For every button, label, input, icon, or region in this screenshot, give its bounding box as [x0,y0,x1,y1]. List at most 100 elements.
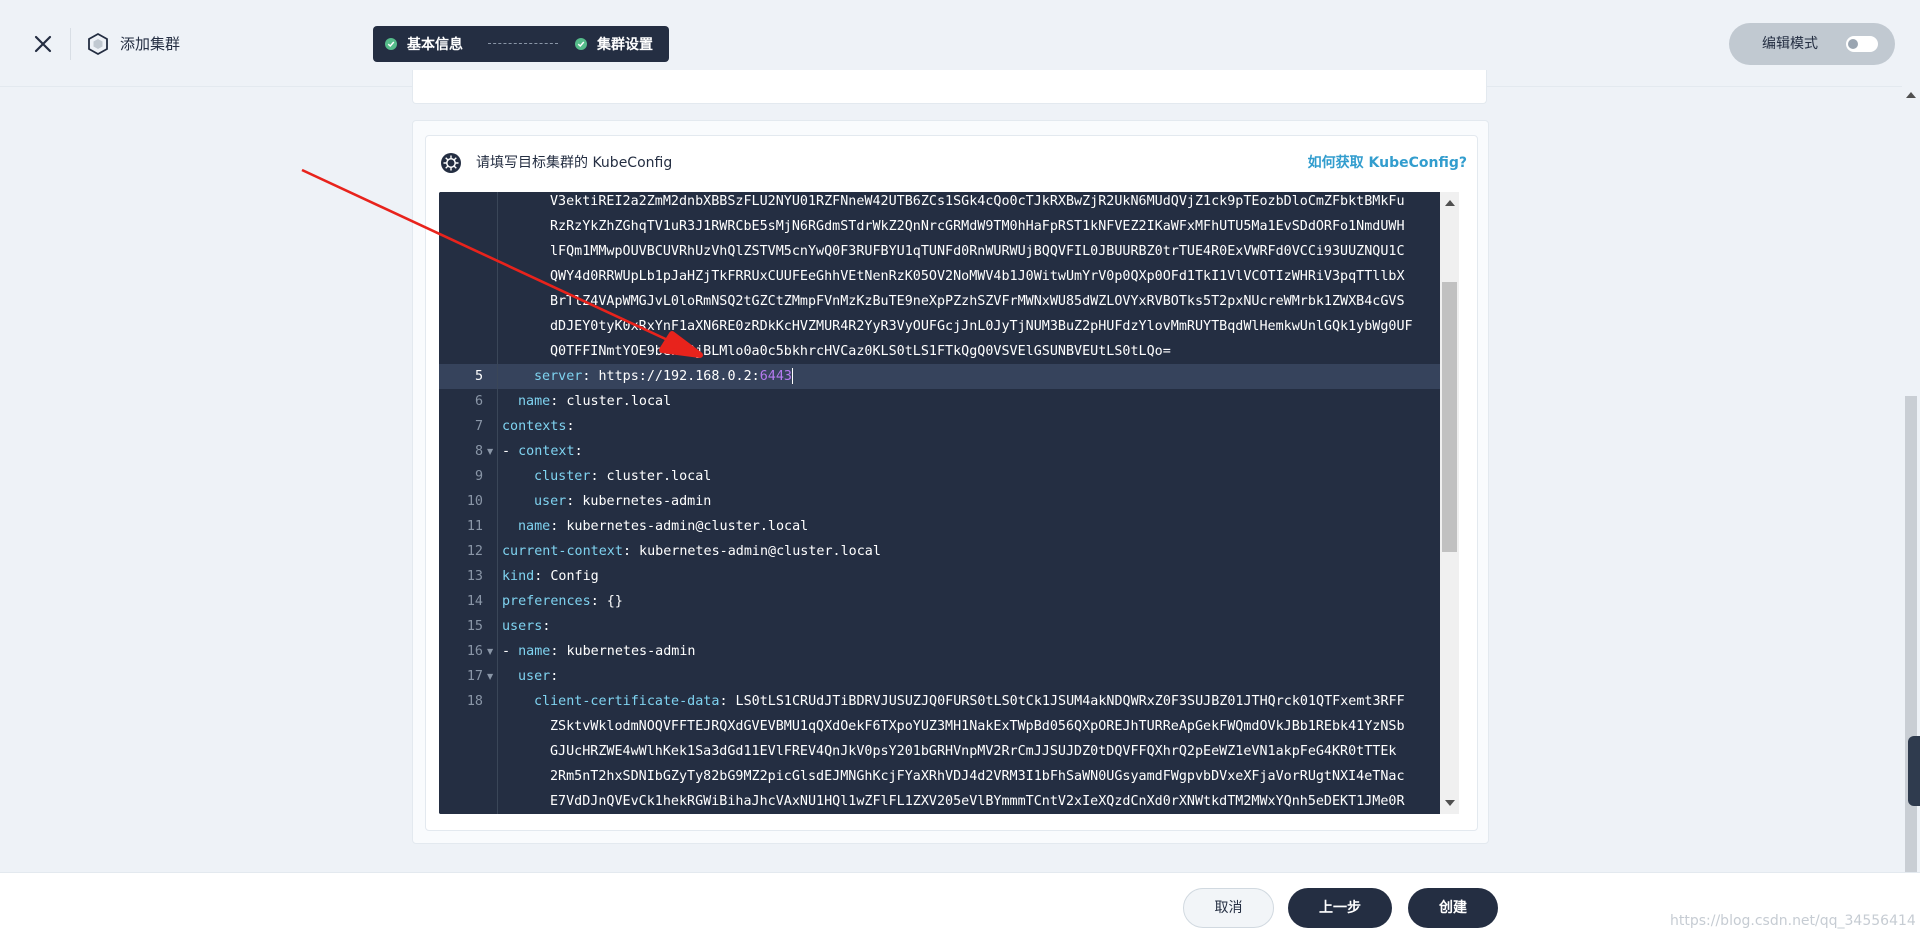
page-title: 添加集群 [120,35,181,53]
scroll-down-icon[interactable] [1445,800,1455,806]
line-number: 10 [466,494,483,509]
yaml-value: : https://192.168.0.2: [582,369,760,384]
code-area[interactable]: S0VCQ1FDUKdUHRVBSkEKbBQ1rQ2dnRXB9d1FCeRU… [498,192,1459,814]
code-line[interactable]: user: [498,664,1459,689]
code-line-wrapped: QWY4d0RRWUpLb1pJaHZjTkFRRUxCUUFEeGhhVEtN… [550,269,1405,284]
line-number: 16 [466,644,483,659]
code-line[interactable]: cluster: cluster.local [498,464,1459,489]
line-number: 11 [466,519,483,534]
code-line-wrapped: lFQm1MMwpOUVBCUVRhUzVhQlZSTVM5cnYwQ0F3RU… [550,244,1405,259]
step-connector [488,43,558,44]
cancel-button[interactable]: 取消 [1183,888,1274,928]
close-icon[interactable] [28,29,58,59]
scroll-up-icon[interactable] [1906,92,1916,98]
line-number: 15 [466,619,483,634]
footer-bar [0,872,1920,943]
yaml-value: : [574,444,583,459]
line-number: 13 [466,569,483,584]
step-basic-info[interactable]: 基本信息 [385,26,463,62]
yaml-value: : cluster.local [550,394,672,409]
yaml-value: : kubernetes-admin@cluster.local [622,544,881,559]
kubeconfig-help-link[interactable]: 如何获取 KubeConfig? [1308,152,1467,174]
code-line[interactable]: name: kubernetes-admin@cluster.local [498,514,1459,539]
yaml-value: : kubernetes-admin@cluster.local [550,519,809,534]
previous-step-button[interactable]: 上一步 [1288,888,1392,928]
code-line[interactable]: kind: Config [498,564,1459,589]
code-line[interactable]: name: cluster.local [498,389,1459,414]
edit-mode-label: 编辑模式 [1762,36,1818,52]
edit-mode-toggle[interactable]: 编辑模式 [1729,23,1895,65]
yaml-value: : LS0tLS1CRUdJTiBDRVJUSUZJQ0FURS0tLS0tCk… [719,694,1405,709]
yaml-value: : kubernetes-admin [566,494,712,509]
code-line[interactable]: client-certificate-data: LS0tLS1CRUdJTiB… [498,689,1459,714]
line-number: 6 [474,394,483,409]
code-line-wrapped: ZSktvWklodmNOQVFFTEJRQXdGVEVBMU1qQXdOekF… [550,719,1405,734]
step-indicator: 基本信息 集群设置 [373,26,669,62]
line-number: 14 [466,594,483,609]
yaml-key: name [518,519,551,534]
code-line[interactable]: current-context: kubernetes-admin@cluste… [498,539,1459,564]
code-line[interactable]: users: [498,614,1459,639]
yaml-key: user [534,494,567,509]
code-line[interactable]: preferences: {} [498,589,1459,614]
code-line-wrapped: RzRzYkZhZGhqTV1uR3J1RWRCbE5sMjN6RGdmSTdr… [550,219,1405,234]
yaml-key: kind [502,569,535,584]
yaml-value: - [502,444,519,459]
code-line-wrapped: dDJEY0tyK0xRxYnF1aXN6RE0zRDkKcHVZMUR4R2Y… [550,319,1413,334]
yaml-key: client-certificate-data [534,694,720,709]
code-line-wrapped: 2Rm5nT2hxSDNIbGZyTy82bG9MZ2picGlsdEJMNGh… [550,769,1405,784]
step-cluster-settings[interactable]: 集群设置 [575,26,653,62]
code-line[interactable]: - context: [498,439,1459,464]
yaml-key: users [502,619,543,634]
yaml-key: context [518,444,575,459]
yaml-key: server [534,369,583,384]
yaml-value: : {} [590,594,623,609]
side-tool-widget[interactable] [1908,736,1920,806]
line-number: 7 [474,419,483,434]
line-number: 5 [439,364,497,389]
fold-arrow-icon[interactable]: ▼ [487,664,493,689]
fold-arrow-icon[interactable]: ▼ [487,639,493,664]
fold-arrow-icon[interactable]: ▼ [487,439,493,464]
step-label: 基本信息 [407,37,463,53]
code-line-wrapped: BrTlZ4VApWMGJvL0loRmNSQ2tGZCtZMmpFVnMzKz… [550,294,1405,309]
watermark: https://blog.csdn.net/qq_34556414 [1670,913,1916,929]
header-divider [70,28,71,60]
code-line[interactable]: contexts: [498,414,1459,439]
yaml-key: contexts [502,419,567,434]
code-line[interactable]: user: kubernetes-admin [498,489,1459,514]
code-line-wrapped: Q0TFFINmtYOE9beWtQjBLMlo0a0c5bkhrcHVCaz0… [550,344,1171,359]
yaml-value: : kubernetes-admin [550,644,696,659]
code-line[interactable]: - name: kubernetes-admin [498,639,1459,664]
yaml-value: : [550,669,559,684]
line-number: 17 [466,669,483,684]
toggle-switch[interactable] [1846,36,1878,52]
cluster-icon [86,32,110,56]
code-line-wrapped: E7VdDJnQVEvCk1hekRGWiBihaJhcVAxNU1HQl1wZ… [550,794,1405,809]
kubeconfig-title: 请填写目标集群的 KubeConfig [476,155,673,171]
yaml-key: name [518,394,551,409]
editor-scrollbar[interactable] [1440,192,1459,814]
yaml-key: cluster [534,469,591,484]
create-button[interactable]: 创建 [1408,888,1498,928]
kubeconfig-editor[interactable]: 5 6 7 8 ▼ 9 10 11 12 13 14 15 16 ▼ 17 ▼ 18 S0VCQ1FDUKdUH… [439,192,1459,814]
line-number: 12 [466,544,483,559]
check-icon [575,38,587,50]
scroll-up-icon[interactable] [1445,200,1455,206]
line-number-gutter: 5 6 7 8 ▼ 9 10 11 12 13 14 15 16 ▼ 17 ▼ 18 [439,192,498,814]
yaml-key: name [518,644,551,659]
yaml-key: current-context [502,544,623,559]
line-number: 18 [466,694,483,709]
step-label: 集群设置 [597,37,653,53]
yaml-value: : [542,619,551,634]
yaml-number: 6443 [759,369,792,384]
yaml-value: : [566,419,575,434]
yaml-value: : cluster.local [590,469,712,484]
scrollbar-thumb[interactable] [1442,282,1457,552]
previous-section-card [412,70,1487,104]
yaml-key: user [518,669,551,684]
code-line-wrapped: V3ektiREI2a2ZmM2dnbXBBSzFLU2NYU01RZFNneW… [550,194,1405,209]
yaml-value: : Config [534,569,599,584]
code-line[interactable]: server: https://192.168.0.2:6443 [498,364,1459,389]
toggle-knob [1848,39,1858,49]
